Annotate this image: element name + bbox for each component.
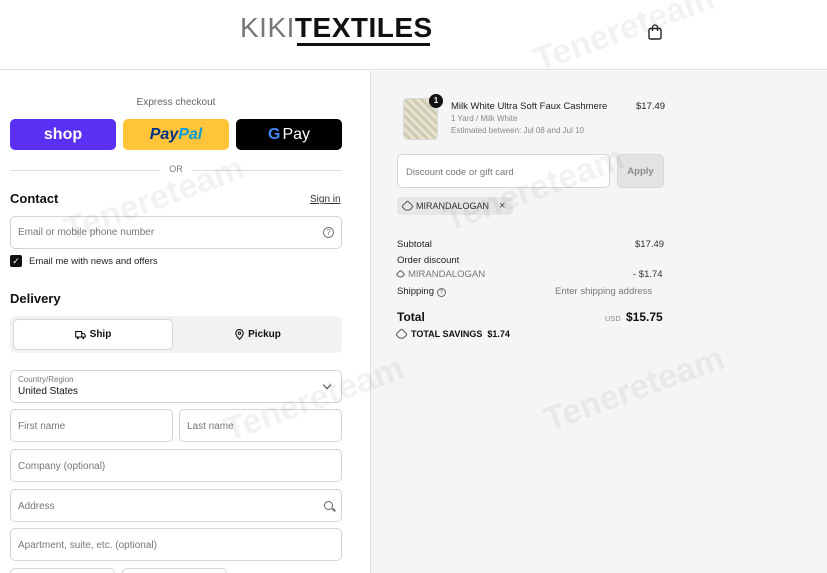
total-value: $15.75 [626,310,663,324]
site-header: KIKITEXTILES [0,0,827,70]
total-label: Total [397,310,425,324]
truck-icon [74,330,86,339]
address-field[interactable]: Address [10,489,342,522]
checkout-form: Express checkout shop Pay Pal G Pay OR Con… [0,71,370,573]
product-name: Milk White Ultra Soft Faux Cashmere [451,101,608,112]
apply-discount-button[interactable]: Apply [617,154,664,188]
newsletter-label: Email me with news and offers [29,256,158,267]
last-name-field[interactable]: Last name [179,409,342,442]
company-field[interactable]: Company (optional) [10,449,342,482]
sign-in-link[interactable]: Sign in [310,194,341,205]
shipping-label: Shipping? [397,286,446,297]
email-field[interactable]: Email or mobile phone number ? [10,216,342,249]
remove-discount-icon[interactable]: × [499,200,505,212]
location-pin-icon [235,329,244,340]
order-summary: 1 Milk White Ultra Soft Faux Cashmere 1 … [370,71,827,573]
pickup-option[interactable]: Pickup [178,319,338,350]
divider-right [192,170,342,171]
tag-icon [401,199,414,213]
discount-code-field[interactable]: Discount code or gift card [397,154,610,188]
help-icon[interactable]: ? [323,227,334,238]
order-discount-label: Order discount [397,255,460,266]
quantity-badge: 1 [429,94,443,108]
google-g-icon: G [267,125,281,143]
divider-left [10,170,160,171]
paypal-button[interactable]: Pay Pal [123,119,229,150]
contact-heading: Contact [10,191,59,206]
state-field[interactable] [122,568,227,573]
logo-underline [297,43,430,46]
product-variant: 1 Yard / Milk White [451,114,518,123]
discount-value: - $1.74 [633,269,663,280]
google-pay-button[interactable]: G Pay [236,119,342,150]
apartment-field[interactable]: Apartment, suite, etc. (optional) [10,528,342,561]
discount-code-row: MIRANDALOGAN [395,269,485,280]
or-divider-label: OR [169,164,183,174]
tag-icon [395,269,406,280]
ship-option[interactable]: Ship [13,319,173,350]
delivery-heading: Delivery [10,291,61,306]
delivery-method-toggle: Ship Pickup [10,316,342,353]
search-icon [324,501,333,510]
first-name-field[interactable]: First name [10,409,173,442]
tag-icon [395,327,408,341]
city-field[interactable] [10,568,115,573]
product-price: $17.49 [636,101,666,112]
subtotal-label: Subtotal [397,239,432,250]
country-select[interactable]: Country/Region United States [10,370,342,403]
currency-code: USD [605,314,621,323]
delivery-estimate: Estimated between: Jul 08 and Jul 10 [451,126,584,135]
store-logo[interactable]: KIKITEXTILES [240,14,433,42]
subtotal-value: $17.49 [635,239,665,250]
help-icon[interactable]: ? [436,288,446,297]
total-savings: TOTAL SAVINGS $1.74 [395,327,510,341]
shop-pay-button[interactable]: shop [10,119,116,150]
express-checkout-label: Express checkout [136,97,216,108]
chevron-down-icon [322,380,332,390]
shopping-bag-icon[interactable] [648,24,662,40]
newsletter-checkbox[interactable]: ✓ [10,255,22,267]
shipping-value: Enter shipping address [555,286,653,297]
applied-discount-chip: MIRANDALOGAN × [397,197,514,215]
